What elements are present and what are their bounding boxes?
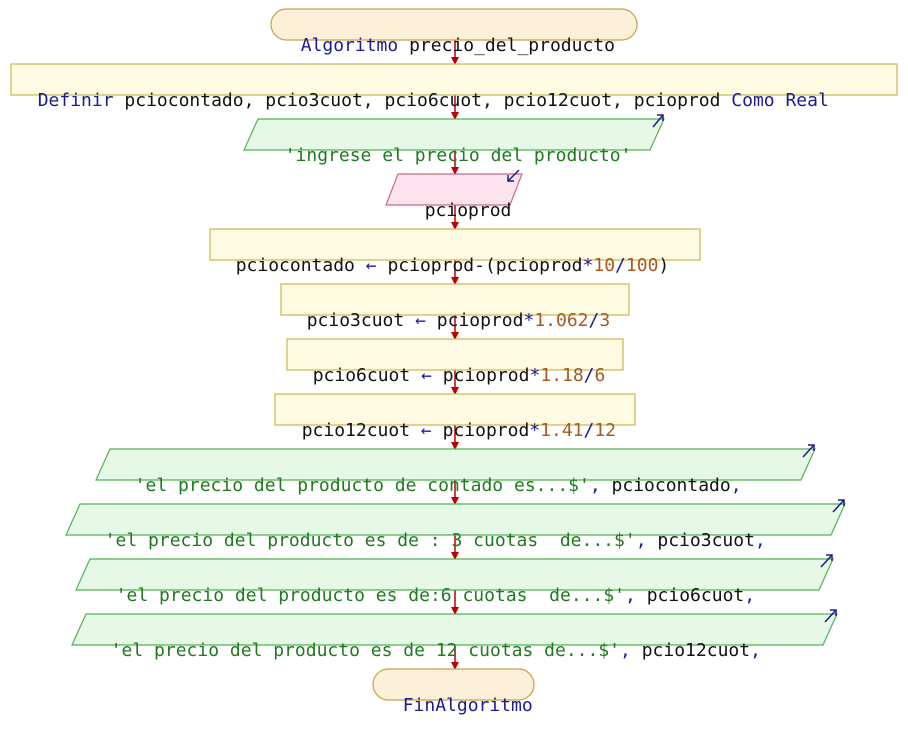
operator: / <box>588 310 600 331</box>
operator: / <box>615 255 626 276</box>
end-label: FinAlgoritmo <box>381 673 533 717</box>
output-var: pciocontado <box>600 475 731 496</box>
operator: * <box>582 255 594 276</box>
output-string: 'el precio del producto es de : 3 cuotas… <box>104 530 636 551</box>
assign-arrow: ← <box>421 365 432 386</box>
definir-keyword: Definir <box>37 90 114 111</box>
assign-target: pcio3cuot <box>306 310 405 331</box>
paren: ) <box>658 255 670 276</box>
prompt-string: 'ingrese el precio del producto' <box>284 145 632 166</box>
separator: , <box>750 640 761 661</box>
output-string: 'el precio del producto es de:6 cuotas d… <box>115 585 626 606</box>
assign-target: pcio12cuot <box>301 420 411 441</box>
operator: * <box>523 310 535 331</box>
number: 10 <box>593 255 616 276</box>
separator: , <box>589 475 601 496</box>
start-label: Algoritmo precio_del_producto <box>279 13 615 57</box>
operator: * <box>529 420 541 441</box>
separator: , <box>754 530 766 551</box>
assign-target: pciocontado <box>235 255 355 276</box>
number: 1.41 <box>540 420 584 441</box>
operator: / <box>583 420 595 441</box>
assign-expr: pcioprod-(pcioprod <box>387 255 583 276</box>
number: 6 <box>594 365 606 386</box>
type-keyword: Como Real <box>731 90 829 111</box>
assign-label-pciocontado: pciocontado ← pcioprod-(pcioprod*10/100) <box>214 233 670 277</box>
output-string: 'el precio del producto de contado es...… <box>134 475 590 496</box>
prompt-label: 'ingrese el precio del producto' <box>263 123 632 167</box>
assign-expr: pcioprod <box>442 365 530 386</box>
separator: , <box>744 585 756 606</box>
number: 1.062 <box>534 310 589 331</box>
output-var: pcio12cuot <box>630 640 751 661</box>
output-label-contado: 'el precio del producto de contado es...… <box>113 453 742 497</box>
assign-arrow: ← <box>365 255 377 276</box>
number: 100 <box>625 255 659 276</box>
assign-target: pcio6cuot <box>312 365 411 386</box>
assign-expr: pcioprod <box>442 420 530 441</box>
algorithm-name: precio_del_producto <box>409 35 615 56</box>
operator: * <box>529 365 541 386</box>
output-var: pcio3cuot <box>646 530 755 551</box>
read-var: pcioprod <box>424 200 512 221</box>
output-string: 'el precio del producto es de 12 cuotas … <box>110 640 621 661</box>
assign-label-pcio6cuot: pcio6cuot ← pcioprod*1.18/6 <box>291 343 606 387</box>
number: 1.18 <box>540 365 584 386</box>
assign-label-pcio3cuot: pcio3cuot ← pcioprod*1.062/3 <box>285 288 611 332</box>
separator: , <box>730 475 742 496</box>
assign-label-pcio12cuot: pcio12cuot ← pcioprod*1.41/12 <box>280 398 616 442</box>
output-label-12cuotas: 'el precio del producto es de 12 cuotas … <box>89 618 761 662</box>
define-label: Definir pciocontado, pcio3cuot, pcio6cuo… <box>16 68 829 112</box>
output-label-3cuotas: 'el precio del producto es de : 3 cuotas… <box>83 508 766 552</box>
operator: / <box>583 365 595 386</box>
separator: , <box>625 585 636 606</box>
separator: , <box>620 640 631 661</box>
assign-arrow: ← <box>420 420 432 441</box>
assign-arrow: ← <box>415 310 426 331</box>
output-label-6cuotas: 'el precio del producto es de:6 cuotas d… <box>94 563 755 607</box>
assign-expr: pcioprod <box>436 310 524 331</box>
algoritmo-keyword: Algoritmo <box>300 35 399 56</box>
number: 12 <box>594 420 617 441</box>
read-label: pcioprod <box>403 178 512 222</box>
define-vars: pciocontado, pcio3cuot, pcio6cuot, pcio1… <box>124 90 721 111</box>
output-var: pcio6cuot <box>635 585 745 606</box>
number: 3 <box>599 310 611 331</box>
finalgoritmo-keyword: FinAlgoritmo <box>402 695 533 716</box>
separator: , <box>635 530 647 551</box>
